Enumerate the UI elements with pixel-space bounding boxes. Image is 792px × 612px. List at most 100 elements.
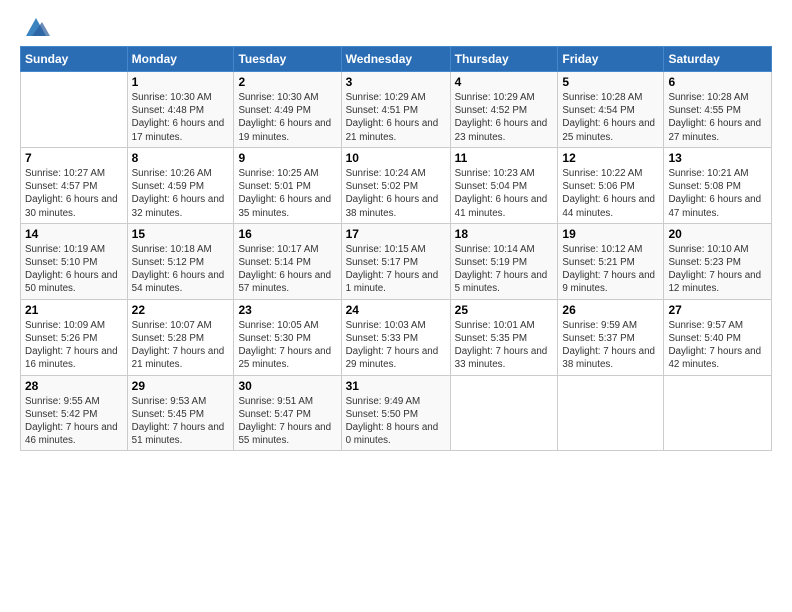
calendar-cell: 17 Sunrise: 10:15 AMSunset: 5:17 PMDayli… <box>341 223 450 299</box>
date-number: 10 <box>346 151 446 165</box>
date-number: 23 <box>238 303 336 317</box>
calendar-cell: 5 Sunrise: 10:28 AMSunset: 4:54 PMDaylig… <box>558 72 664 148</box>
calendar-cell: 6 Sunrise: 10:28 AMSunset: 4:55 PMDaylig… <box>664 72 772 148</box>
cell-info: Sunrise: 10:29 AMSunset: 4:52 PMDaylight… <box>455 92 548 143</box>
weekday-saturday: Saturday <box>664 47 772 72</box>
calendar-cell: 12 Sunrise: 10:22 AMSunset: 5:06 PMDayli… <box>558 147 664 223</box>
week-row-3: 14 Sunrise: 10:19 AMSunset: 5:10 PMDayli… <box>21 223 772 299</box>
weekday-monday: Monday <box>127 47 234 72</box>
date-number: 12 <box>562 151 659 165</box>
calendar-cell: 8 Sunrise: 10:26 AMSunset: 4:59 PMDaylig… <box>127 147 234 223</box>
calendar-cell: 13 Sunrise: 10:21 AMSunset: 5:08 PMDayli… <box>664 147 772 223</box>
date-number: 5 <box>562 75 659 89</box>
cell-info: Sunrise: 10:14 AMSunset: 5:19 PMDaylight… <box>455 244 548 295</box>
cell-info: Sunrise: 9:53 AMSunset: 5:45 PMDaylight:… <box>132 396 225 447</box>
calendar-cell: 27 Sunrise: 9:57 AMSunset: 5:40 PMDaylig… <box>664 299 772 375</box>
cell-info: Sunrise: 10:28 AMSunset: 4:54 PMDaylight… <box>562 92 655 143</box>
calendar-cell: 26 Sunrise: 9:59 AMSunset: 5:37 PMDaylig… <box>558 299 664 375</box>
date-number: 22 <box>132 303 230 317</box>
date-number: 16 <box>238 227 336 241</box>
cell-info: Sunrise: 10:26 AMSunset: 4:59 PMDaylight… <box>132 168 225 219</box>
date-number: 2 <box>238 75 336 89</box>
calendar-cell: 7 Sunrise: 10:27 AMSunset: 4:57 PMDaylig… <box>21 147 128 223</box>
cell-info: Sunrise: 10:19 AMSunset: 5:10 PMDaylight… <box>25 244 118 295</box>
cell-info: Sunrise: 9:49 AMSunset: 5:50 PMDaylight:… <box>346 396 439 447</box>
date-number: 14 <box>25 227 123 241</box>
calendar-cell: 29 Sunrise: 9:53 AMSunset: 5:45 PMDaylig… <box>127 375 234 451</box>
date-number: 1 <box>132 75 230 89</box>
date-number: 7 <box>25 151 123 165</box>
cell-info: Sunrise: 10:03 AMSunset: 5:33 PMDaylight… <box>346 320 439 371</box>
weekday-sunday: Sunday <box>21 47 128 72</box>
date-number: 18 <box>455 227 554 241</box>
cell-info: Sunrise: 10:30 AMSunset: 4:49 PMDaylight… <box>238 92 331 143</box>
cell-info: Sunrise: 10:24 AMSunset: 5:02 PMDaylight… <box>346 168 439 219</box>
calendar-cell: 15 Sunrise: 10:18 AMSunset: 5:12 PMDayli… <box>127 223 234 299</box>
cell-info: Sunrise: 10:01 AMSunset: 5:35 PMDaylight… <box>455 320 548 371</box>
weekday-thursday: Thursday <box>450 47 558 72</box>
week-row-1: 1 Sunrise: 10:30 AMSunset: 4:48 PMDaylig… <box>21 72 772 148</box>
date-number: 31 <box>346 379 446 393</box>
cell-info: Sunrise: 10:12 AMSunset: 5:21 PMDaylight… <box>562 244 655 295</box>
weekday-tuesday: Tuesday <box>234 47 341 72</box>
calendar-cell <box>21 72 128 148</box>
cell-info: Sunrise: 10:22 AMSunset: 5:06 PMDaylight… <box>562 168 655 219</box>
cell-info: Sunrise: 10:05 AMSunset: 5:30 PMDaylight… <box>238 320 331 371</box>
cell-info: Sunrise: 10:21 AMSunset: 5:08 PMDaylight… <box>668 168 761 219</box>
logo-icon <box>22 16 50 38</box>
calendar-cell: 19 Sunrise: 10:12 AMSunset: 5:21 PMDayli… <box>558 223 664 299</box>
calendar-cell: 11 Sunrise: 10:23 AMSunset: 5:04 PMDayli… <box>450 147 558 223</box>
calendar-cell: 18 Sunrise: 10:14 AMSunset: 5:19 PMDayli… <box>450 223 558 299</box>
cell-info: Sunrise: 9:59 AMSunset: 5:37 PMDaylight:… <box>562 320 655 371</box>
week-row-4: 21 Sunrise: 10:09 AMSunset: 5:26 PMDayli… <box>21 299 772 375</box>
weekday-header-row: SundayMondayTuesdayWednesdayThursdayFrid… <box>21 47 772 72</box>
date-number: 11 <box>455 151 554 165</box>
date-number: 15 <box>132 227 230 241</box>
calendar-cell: 2 Sunrise: 10:30 AMSunset: 4:49 PMDaylig… <box>234 72 341 148</box>
calendar-body: 1 Sunrise: 10:30 AMSunset: 4:48 PMDaylig… <box>21 72 772 451</box>
cell-info: Sunrise: 9:55 AMSunset: 5:42 PMDaylight:… <box>25 396 118 447</box>
date-number: 8 <box>132 151 230 165</box>
date-number: 9 <box>238 151 336 165</box>
calendar-cell <box>450 375 558 451</box>
cell-info: Sunrise: 10:27 AMSunset: 4:57 PMDaylight… <box>25 168 118 219</box>
date-number: 28 <box>25 379 123 393</box>
calendar-cell: 1 Sunrise: 10:30 AMSunset: 4:48 PMDaylig… <box>127 72 234 148</box>
calendar-cell <box>664 375 772 451</box>
calendar-cell: 28 Sunrise: 9:55 AMSunset: 5:42 PMDaylig… <box>21 375 128 451</box>
cell-info: Sunrise: 10:23 AMSunset: 5:04 PMDaylight… <box>455 168 548 219</box>
calendar-cell: 30 Sunrise: 9:51 AMSunset: 5:47 PMDaylig… <box>234 375 341 451</box>
date-number: 24 <box>346 303 446 317</box>
cell-info: Sunrise: 10:07 AMSunset: 5:28 PMDaylight… <box>132 320 225 371</box>
calendar-cell: 4 Sunrise: 10:29 AMSunset: 4:52 PMDaylig… <box>450 72 558 148</box>
weekday-wednesday: Wednesday <box>341 47 450 72</box>
calendar-cell: 14 Sunrise: 10:19 AMSunset: 5:10 PMDayli… <box>21 223 128 299</box>
date-number: 29 <box>132 379 230 393</box>
date-number: 26 <box>562 303 659 317</box>
cell-info: Sunrise: 10:18 AMSunset: 5:12 PMDaylight… <box>132 244 225 295</box>
calendar-cell: 20 Sunrise: 10:10 AMSunset: 5:23 PMDayli… <box>664 223 772 299</box>
weekday-friday: Friday <box>558 47 664 72</box>
cell-info: Sunrise: 9:57 AMSunset: 5:40 PMDaylight:… <box>668 320 761 371</box>
cell-info: Sunrise: 10:10 AMSunset: 5:23 PMDaylight… <box>668 244 761 295</box>
calendar-table: SundayMondayTuesdayWednesdayThursdayFrid… <box>20 46 772 451</box>
logo <box>20 16 50 36</box>
date-number: 21 <box>25 303 123 317</box>
cell-info: Sunrise: 10:09 AMSunset: 5:26 PMDaylight… <box>25 320 118 371</box>
calendar-cell: 21 Sunrise: 10:09 AMSunset: 5:26 PMDayli… <box>21 299 128 375</box>
cell-info: Sunrise: 10:17 AMSunset: 5:14 PMDaylight… <box>238 244 331 295</box>
calendar-cell: 9 Sunrise: 10:25 AMSunset: 5:01 PMDaylig… <box>234 147 341 223</box>
cell-info: Sunrise: 10:28 AMSunset: 4:55 PMDaylight… <box>668 92 761 143</box>
cell-info: Sunrise: 10:30 AMSunset: 4:48 PMDaylight… <box>132 92 225 143</box>
calendar-cell: 10 Sunrise: 10:24 AMSunset: 5:02 PMDayli… <box>341 147 450 223</box>
date-number: 17 <box>346 227 446 241</box>
calendar-cell: 24 Sunrise: 10:03 AMSunset: 5:33 PMDayli… <box>341 299 450 375</box>
calendar-cell: 3 Sunrise: 10:29 AMSunset: 4:51 PMDaylig… <box>341 72 450 148</box>
cell-info: Sunrise: 10:25 AMSunset: 5:01 PMDaylight… <box>238 168 331 219</box>
date-number: 3 <box>346 75 446 89</box>
date-number: 30 <box>238 379 336 393</box>
page: SundayMondayTuesdayWednesdayThursdayFrid… <box>0 0 792 463</box>
calendar-cell <box>558 375 664 451</box>
date-number: 19 <box>562 227 659 241</box>
calendar-cell: 25 Sunrise: 10:01 AMSunset: 5:35 PMDayli… <box>450 299 558 375</box>
